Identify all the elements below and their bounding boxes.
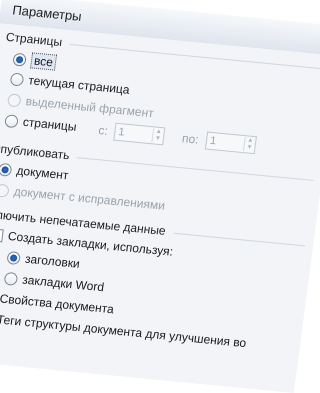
stepper-arrows-icon[interactable]: ▲ ▼: [242, 137, 256, 153]
radio-selected-icon: [6, 250, 22, 265]
nonprint-divider: [173, 232, 306, 247]
radio-page-range[interactable]: страницы: [4, 113, 77, 134]
to-page-value: 1: [209, 134, 217, 148]
radio-all-pages[interactable]: все: [12, 51, 57, 71]
publish-divider: [76, 157, 314, 181]
dialog-body: Страницы все текущая страница выделенный…: [0, 23, 320, 393]
options-dialog: Параметры Страницы все текущая страница …: [0, 0, 320, 393]
radio-document-label: документ: [15, 163, 70, 183]
radio-disabled-icon: [0, 183, 10, 198]
radio-range-label: страницы: [22, 114, 78, 134]
to-page-stepper[interactable]: 1 ▲ ▼: [204, 131, 257, 155]
radio-all-label: все: [30, 52, 57, 71]
radio-publish-document[interactable]: документ: [0, 162, 70, 183]
publish-section-title: Опубликовать: [0, 140, 71, 163]
radio-selected-icon: [12, 52, 27, 67]
pages-section-title: Страницы: [5, 29, 63, 50]
radio-icon: [3, 271, 19, 286]
radio-current-label: текущая страница: [27, 73, 131, 97]
radio-headings[interactable]: заголовки: [6, 250, 81, 271]
stepper-arrows-icon[interactable]: ▲ ▼: [151, 128, 165, 144]
radio-icon: [9, 71, 25, 87]
radio-headings-label: заголовки: [24, 251, 81, 271]
radio-selected-icon: [0, 162, 13, 177]
from-page-value: 1: [117, 126, 126, 139]
radio-current-page[interactable]: текущая страница: [9, 71, 131, 97]
to-label: по:: [181, 131, 200, 147]
dialog-title: Параметры: [11, 2, 83, 24]
radio-word-bookmarks[interactable]: закладки Word: [3, 271, 105, 295]
radio-word-bookmarks-label: закладки Word: [21, 272, 105, 295]
checkbox-checked-icon: ✔: [0, 227, 4, 242]
radio-publish-markup[interactable]: документ с исправлениями: [0, 183, 166, 213]
checkbox-properties-label: Свойства документа: [0, 291, 115, 317]
checkbox-structure-tags[interactable]: ✔ Теги структуры документа для улучшения…: [0, 311, 247, 350]
from-page-stepper[interactable]: 1 ▲ ▼: [113, 122, 166, 146]
radio-markup-label: документ с исправлениями: [12, 184, 166, 213]
radio-disabled-icon: [6, 92, 22, 107]
radio-icon: [4, 113, 19, 128]
from-label: с:: [97, 123, 109, 138]
